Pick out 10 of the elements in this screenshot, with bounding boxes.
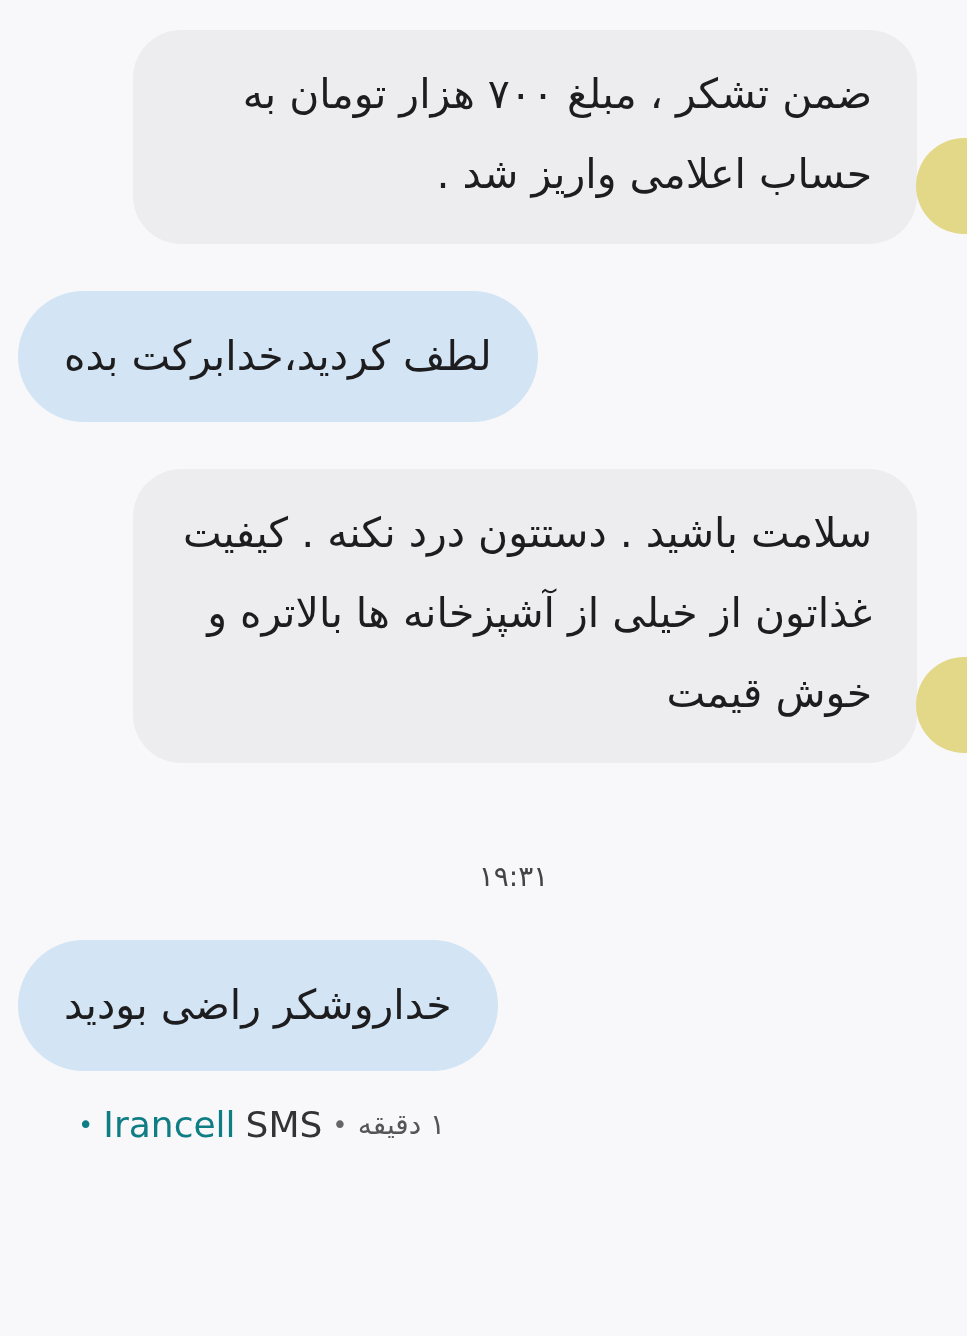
- separator-dot: •: [332, 1109, 348, 1140]
- message-bubble: خداروشکر راضی بودید: [18, 940, 498, 1071]
- message-bubble: لطف کردید،خدابرکت بده: [18, 291, 538, 422]
- message-bubble: ضمن تشکر ، مبلغ ۷۰۰ هزار تومان به حساب اعلامی واریز شد .: [133, 30, 917, 244]
- sms-label: SMS: [245, 1104, 323, 1145]
- message-bubble: سلامت باشید . دستتون درد نکنه . کیفیت غذاتون از خیلی از آشپزخانه ها بالاتره و خوش قیمت: [133, 469, 917, 763]
- separator-dot: •: [78, 1109, 94, 1140]
- carrier-label: Irancell: [103, 1104, 236, 1145]
- timestamp: ۱۹:۳۱: [478, 860, 549, 893]
- message-age: ۱ دقیقه: [357, 1108, 446, 1141]
